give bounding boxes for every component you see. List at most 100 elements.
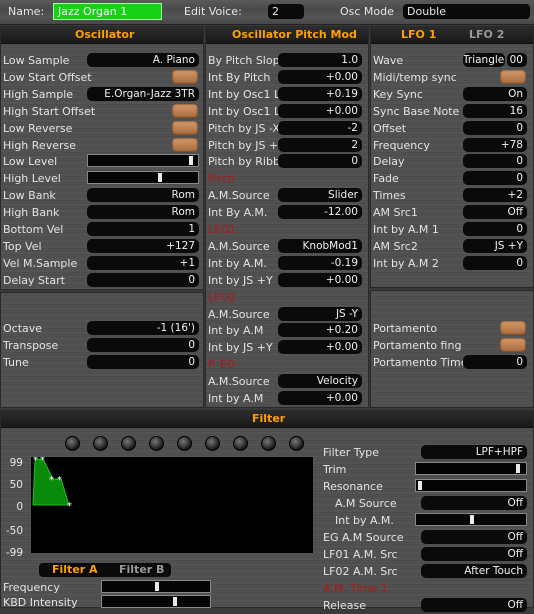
transpose-field[interactable]: 0 (87, 338, 199, 352)
envelope-point[interactable]: * (33, 457, 38, 466)
top-vel-field[interactable]: +127 (87, 238, 199, 253)
wave-number-field[interactable]: 00 (507, 53, 527, 67)
am-src1-field[interactable]: Off (463, 205, 527, 220)
filter-knob[interactable] (205, 436, 220, 451)
osc-mode-field[interactable]: Double (403, 4, 530, 19)
delay-field[interactable]: 0 (463, 154, 527, 169)
resonance-slider[interactable] (415, 479, 527, 492)
low-sample-field[interactable]: A. Piano (87, 53, 199, 67)
slider-handle[interactable] (155, 582, 160, 591)
tab-lfo2[interactable]: LFO 2 (469, 28, 504, 41)
slider-handle[interactable] (515, 464, 520, 473)
key-sync-field[interactable]: On (463, 86, 527, 101)
a-m-source-field[interactable]: Slider (278, 188, 362, 203)
int-by-a-m-field[interactable]: +0.20 (278, 323, 362, 338)
wave-field[interactable]: Triangle (463, 53, 505, 67)
envelope-point[interactable]: * (49, 475, 54, 486)
int-by-a-m-2-field[interactable]: 0 (463, 255, 527, 270)
low-level-slider[interactable] (87, 154, 199, 168)
name-field[interactable]: Jazz Organ 1 (53, 3, 162, 20)
a-m-source-field[interactable]: Off (421, 496, 527, 510)
high-reverse-toggle[interactable] (172, 137, 198, 152)
filter-knob[interactable] (289, 436, 304, 451)
low-reverse-toggle[interactable] (172, 120, 198, 135)
slider-handle[interactable] (173, 597, 178, 606)
int-by-a-m-1-field[interactable]: 0 (463, 222, 527, 236)
vel-m-sample-field[interactable]: +1 (87, 255, 199, 270)
portamento-time-field[interactable]: 0 (463, 355, 527, 369)
filter-type-field[interactable]: LPF+HPF (421, 445, 527, 459)
am-src2-field[interactable]: JS +Y (463, 238, 527, 253)
int-by-osc1-lfo2-field[interactable]: +0.00 (278, 103, 362, 118)
pitch-by-ribbon-field[interactable]: 0 (278, 154, 362, 169)
filter-knob[interactable] (177, 436, 192, 451)
int-by-osc1-lfo-field[interactable]: +0.19 (278, 86, 362, 101)
portamento-fing-toggle[interactable] (500, 338, 526, 352)
offset-field[interactable]: 0 (463, 120, 527, 135)
param-row: Delay 0 (371, 153, 533, 170)
by-pitch-slope-field[interactable]: 1.0 (278, 53, 362, 67)
slider-handle[interactable] (470, 515, 475, 524)
by-pitch-slope-label: By Pitch Slope (208, 54, 287, 67)
midi-temp-sync-toggle[interactable] (500, 69, 526, 84)
a-m-source-field[interactable]: Velocity (278, 374, 362, 389)
param-row: Int By Pitch +0.00 (206, 69, 368, 86)
times-field[interactable]: +2 (463, 188, 527, 203)
a-m-source-field[interactable]: KnobMod1 (278, 238, 362, 253)
portamento-time-label: Portamento Time (373, 356, 468, 369)
filter-knob[interactable] (233, 436, 248, 451)
filter-knob[interactable] (261, 436, 276, 451)
sync-base-note-field[interactable]: 16 (463, 103, 527, 118)
trim-slider[interactable] (415, 462, 527, 475)
int-by-a-m-field[interactable]: +0.00 (278, 391, 362, 405)
high-sample-field[interactable]: E.Organ-Jazz 3TR (87, 86, 199, 101)
int-by-pitch-field[interactable]: +0.00 (278, 69, 362, 84)
tab-lfo1[interactable]: LFO 1 (401, 28, 436, 41)
frequency-slider[interactable] (101, 580, 211, 593)
oscillator-panel: Oscillator Low Sample A. Piano Low Start O… (0, 26, 204, 290)
release-field[interactable]: Off (421, 598, 527, 612)
tab-filter-b[interactable]: Filter B (119, 563, 164, 576)
edit-voice-field[interactable]: 2 (268, 4, 304, 19)
fade-field[interactable]: 0 (463, 171, 527, 186)
low-start-offset-toggle[interactable] (172, 69, 198, 84)
lf01-a-m-src-field[interactable]: Off (421, 547, 527, 561)
param-row: AM Src2 JS +Y (371, 238, 533, 255)
lf02-a-m-src-field[interactable]: After Touch (421, 564, 527, 578)
tab-filter-a[interactable]: Filter A (52, 563, 98, 576)
int-by-js-y-field[interactable]: +0.00 (278, 340, 362, 355)
octave-field[interactable]: -1 (16') (87, 321, 199, 335)
slider-handle[interactable] (188, 156, 193, 166)
bottom-vel-field[interactable]: 1 (87, 222, 199, 236)
param-row: A.M.Source Velocity (206, 373, 368, 390)
envelope-point[interactable]: * (67, 501, 72, 512)
int-by-a-m-field[interactable]: -12.00 (278, 205, 362, 220)
slider-handle[interactable] (157, 173, 162, 183)
delay-start-field[interactable]: 0 (87, 272, 199, 287)
high-bank-field[interactable]: Rom (87, 205, 199, 220)
int-by-js-y-field[interactable]: +0.00 (278, 272, 362, 287)
pitch-by-js-x-field[interactable]: -2 (278, 120, 362, 135)
pitch-by-js-x-field[interactable]: 2 (278, 137, 362, 152)
portamento-toggle[interactable] (500, 321, 526, 335)
eg-a-m-source-field[interactable]: Off (421, 530, 527, 544)
frequency-field[interactable]: +78 (463, 137, 527, 152)
int-by-a-m-slider[interactable] (415, 513, 527, 526)
kbd-intensity-slider[interactable] (101, 595, 211, 608)
low-bank-field[interactable]: Rom (87, 188, 199, 203)
filter-knob[interactable] (121, 436, 136, 451)
int-by-a-m-field[interactable]: -0.19 (278, 255, 362, 270)
a-m-source-field[interactable]: JS -Y (278, 306, 362, 321)
envelope-point[interactable]: * (40, 457, 45, 466)
envelope-graph[interactable]: * * * * * (31, 457, 313, 553)
filter-knob[interactable] (65, 436, 80, 451)
envelope-point[interactable]: * (57, 475, 62, 486)
high-level-slider[interactable] (87, 171, 199, 185)
param-row: High Bank Rom (1, 204, 203, 221)
tune-field[interactable]: 0 (87, 355, 199, 369)
slider-handle[interactable] (418, 481, 423, 490)
kbd-intensity-label: KBD Intensity (3, 596, 78, 609)
high-start-offset-toggle[interactable] (172, 103, 198, 118)
filter-knob[interactable] (149, 436, 164, 451)
filter-knob[interactable] (93, 436, 108, 451)
